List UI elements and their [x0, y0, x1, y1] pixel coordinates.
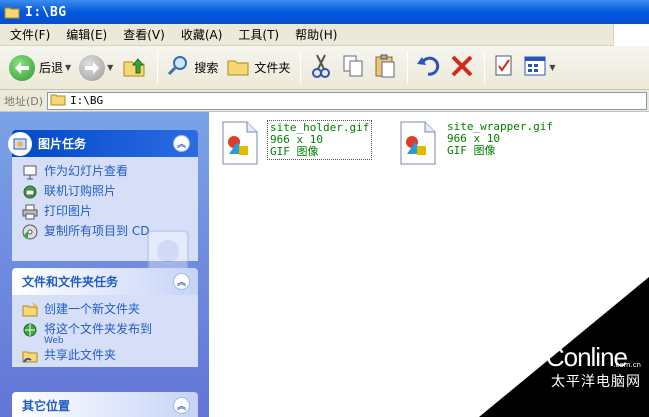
search-label: 搜索 [194, 61, 219, 75]
forward-dropdown-icon[interactable]: ▼ [107, 63, 113, 72]
other-places-panel: 其它位置 ︽ [12, 392, 198, 417]
task-label: 创建一个新文件夹 [44, 302, 141, 316]
new-folder-icon [22, 302, 38, 318]
collapse-chevron-icon[interactable]: ︽ [173, 135, 190, 152]
folders-icon [226, 55, 250, 80]
menu-view[interactable]: 查看(V) [117, 26, 171, 43]
picture-tasks-body: 作为幻灯片查看 联机订购照片 打印图片 复制所有项目到 CD [12, 157, 198, 272]
picture-tasks-icon [8, 131, 32, 156]
menu-edit[interactable]: 编辑(E) [60, 26, 113, 43]
globe-icon [22, 322, 38, 338]
task-label: 打印图片 [44, 204, 93, 218]
title-bar[interactable]: I:\BG [0, 0, 649, 24]
task-label: 将这个文件夹发布到 [44, 322, 153, 336]
file-info: site_wrapper.gif 966 x 10 GIF 图像 [445, 120, 555, 158]
task-slideshow[interactable]: 作为幻灯片查看 [22, 163, 190, 183]
cd-icon [22, 224, 38, 240]
address-bar: 地址(D) I:\BG [0, 90, 649, 112]
task-sublabel: Web [44, 336, 64, 346]
folders-button[interactable]: 文件夹 [223, 50, 293, 86]
picture-tasks-title: 图片任务 [38, 137, 87, 151]
file-type: GIF 图像 [270, 145, 319, 158]
search-button[interactable]: 搜索 [163, 50, 221, 86]
paste-button[interactable] [370, 50, 400, 86]
undo-icon [416, 54, 442, 81]
task-pane: 图片任务 ︽ 作为幻灯片查看 联机订购照片 打印图片 复制所有项目到 CD 文件… [0, 112, 209, 417]
watermark-domain: .com.cn [613, 361, 641, 369]
search-icon [166, 54, 190, 81]
pconline-watermark: PConline .com.cn 太平洋电脑网 [479, 277, 649, 417]
shared-folder-icon [22, 348, 38, 364]
watermark-cn: 太平洋电脑网 [551, 374, 641, 390]
toolbar-separator [157, 51, 159, 84]
file-tasks-header[interactable]: 文件和文件夹任务 ︽ [12, 268, 198, 295]
toolbar: 后退 ▼ ▼ 搜索 文件夹 ▼ [0, 46, 649, 90]
back-button[interactable]: 后退 ▼ [6, 50, 74, 86]
menu-help[interactable]: 帮助(H) [289, 26, 343, 43]
file-info: site_holder.gif 966 x 10 GIF 图像 [267, 120, 373, 160]
task-publish-web[interactable]: 将这个文件夹发布到 Web [22, 321, 190, 347]
forward-button[interactable]: ▼ [76, 50, 116, 86]
copy-button[interactable] [338, 50, 368, 86]
picture-tasks-header[interactable]: 图片任务 ︽ [8, 130, 198, 157]
toolbar-separator [484, 51, 486, 84]
menu-favorites[interactable]: 收藏(A) [175, 26, 229, 43]
properties-icon [493, 54, 515, 81]
folder-icon [4, 5, 20, 19]
menu-bar: 文件(F) 编辑(E) 查看(V) 收藏(A) 工具(T) 帮助(H) [0, 24, 649, 46]
task-label: 共享此文件夹 [44, 348, 117, 362]
gif-file-icon [219, 120, 261, 166]
file-type: GIF 图像 [447, 144, 496, 157]
other-places-title: 其它位置 [22, 399, 71, 413]
scissors-icon [309, 53, 333, 82]
up-folder-icon [121, 53, 147, 82]
undo-button[interactable] [413, 50, 445, 86]
task-share-folder[interactable]: 共享此文件夹 [22, 347, 190, 367]
file-tasks-title: 文件和文件夹任务 [22, 275, 119, 289]
delete-button[interactable] [447, 50, 477, 86]
task-new-folder[interactable]: 创建一个新文件夹 [22, 301, 190, 321]
cut-button[interactable] [306, 50, 336, 86]
delete-icon [450, 54, 474, 81]
views-button[interactable]: ▼ [520, 50, 558, 86]
task-label: 联机订购照片 [44, 184, 117, 198]
menu-tools[interactable]: 工具(T) [232, 26, 285, 43]
window-title: I:\BG [25, 4, 67, 20]
file-item-site-wrapper[interactable]: site_wrapper.gif 966 x 10 GIF 图像 [397, 120, 555, 166]
back-label: 后退 [39, 61, 64, 75]
gif-file-icon [397, 120, 439, 166]
task-print[interactable]: 打印图片 [22, 203, 190, 223]
file-item-site-holder[interactable]: site_holder.gif 966 x 10 GIF 图像 [219, 120, 373, 166]
collapse-chevron-icon[interactable]: ︽ [173, 273, 190, 290]
toolbar-separator [407, 51, 409, 84]
collapse-chevron-icon[interactable]: ︽ [173, 397, 190, 414]
globe-icon [22, 184, 38, 200]
slideshow-icon [22, 164, 38, 180]
views-dropdown-icon[interactable]: ▼ [549, 63, 555, 72]
address-input[interactable]: I:\BG [47, 91, 647, 110]
file-tasks-body: 创建一个新文件夹 将这个文件夹发布到 Web 共享此文件夹 [12, 295, 198, 367]
windows-logo-icon [613, 24, 649, 46]
menu-file[interactable]: 文件(F) [4, 26, 56, 43]
back-dropdown-icon[interactable]: ▼ [65, 63, 71, 72]
folders-label: 文件夹 [254, 61, 291, 75]
address-label: 地址(D) [4, 94, 44, 108]
copy-icon [341, 53, 365, 82]
properties-button[interactable] [490, 50, 518, 86]
task-label: 复制所有项目到 CD [44, 224, 150, 238]
address-value: I:\BG [70, 94, 104, 107]
toolbar-separator [300, 51, 302, 84]
other-places-header[interactable]: 其它位置 ︽ [12, 392, 198, 417]
file-tasks-panel: 文件和文件夹任务 ︽ 创建一个新文件夹 将这个文件夹发布到 Web 共享此文件夹 [12, 268, 198, 367]
task-label: 作为幻灯片查看 [44, 164, 129, 178]
printer-icon [22, 204, 38, 220]
picture-tasks-panel: 图片任务 ︽ 作为幻灯片查看 联机订购照片 打印图片 复制所有项目到 CD [8, 130, 198, 272]
back-arrow-icon [9, 54, 35, 81]
folder-icon [50, 93, 66, 109]
views-icon [523, 55, 547, 80]
forward-arrow-icon [79, 54, 106, 81]
up-folder-button[interactable] [118, 50, 150, 86]
paste-icon [373, 53, 397, 82]
task-order-prints[interactable]: 联机订购照片 [22, 183, 190, 203]
